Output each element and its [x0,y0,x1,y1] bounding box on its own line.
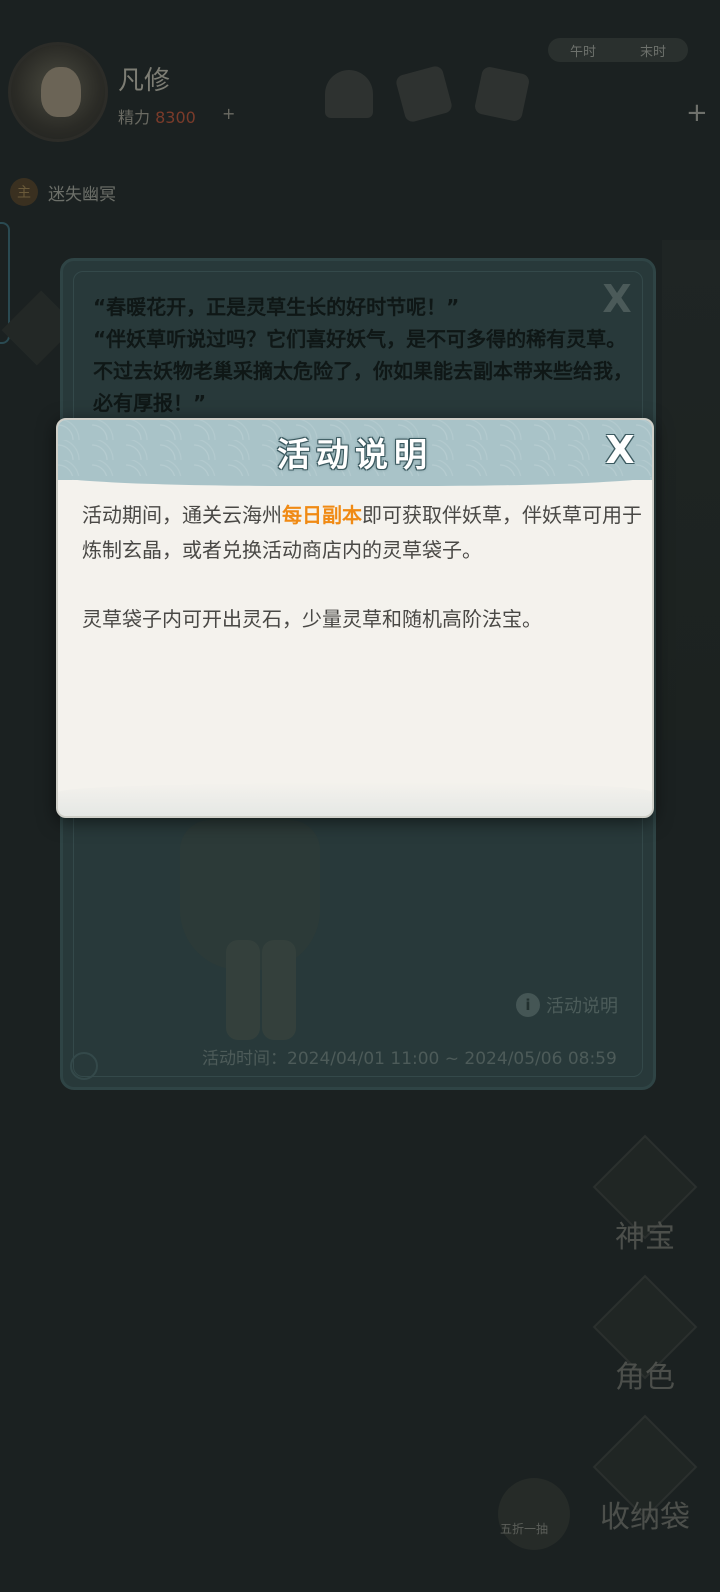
power-label: 精力 [118,108,151,127]
activity-info-label: 活动说明 [546,996,618,1017]
quote-line-1: “春暖花开，正是灵草生长的好时节呢！” [93,295,460,319]
dialog-header: 活动说明 X [58,420,652,486]
time-label-2: 末时 [639,44,666,60]
info-icon: i [516,993,540,1017]
dialog-paragraph-1: 活动期间，通关云海州每日副本即可获取伴妖草，伴妖草可用于炼制玄晶，或者兑换活动商… [82,498,642,568]
player-power: 精力 8300 [118,104,196,128]
panel-close-button[interactable]: X [597,279,637,319]
side-button-label: 收纳袋 [600,1500,690,1535]
player-avatar[interactable] [8,42,108,142]
player-name: 凡修 [118,66,171,96]
scroll-icon[interactable] [394,64,454,124]
expand-plus-button[interactable]: + [686,98,708,128]
side-button-label: 角色 [615,1360,675,1395]
side-button-bag[interactable]: 收纳袋 [590,1414,700,1550]
dialog-body: 活动期间，通关云海州每日副本即可获取伴妖草，伴妖草可用于炼制玄晶，或者兑换活动商… [82,498,642,637]
side-button-character[interactable]: 角色 [590,1274,700,1410]
side-button-label: 神宝 [615,1220,675,1255]
gacha-button[interactable] [498,1478,570,1550]
dialog-bottom-edge [58,782,652,816]
main-task-bar[interactable]: 主 迷失幽冥 [10,176,116,208]
time-label-1: 午时 [569,44,596,60]
dialog-close-button[interactable]: X [598,428,642,472]
para1-text-before: 活动期间，通关云海州 [82,503,282,527]
right-column [662,240,720,740]
avatar-face [41,67,81,117]
activity-quote: “春暖花开，正是灵草生长的好时节呢！” “伴妖草听说过吗？它们喜好妖气，是不可多… [93,291,633,419]
activity-explanation-dialog: 活动说明 X 活动期间，通关云海州每日副本即可获取伴妖草，伴妖草可用于炼制玄晶，… [56,418,654,818]
leg [226,940,260,1040]
main-task-text: 迷失幽冥 [48,184,116,205]
incense-icon[interactable] [325,70,373,118]
leg [262,940,296,1040]
activity-info-link[interactable]: i 活动说明 [516,992,618,1018]
dialog-title: 活动说明 [277,435,433,474]
letter-icon[interactable] [473,65,531,123]
character-illustration [160,820,340,1040]
main-task-badge: 主 [10,178,38,206]
side-button-treasure[interactable]: 神宝 [590,1134,700,1270]
activity-time: 活动时间：2024/04/01 11:00 ~ 2024/05/06 08:59 [202,1049,617,1069]
daily-dungeon-highlight: 每日副本 [282,503,362,527]
time-indicator: 午时 末时 [548,38,688,62]
power-plus-button[interactable]: + [222,104,235,123]
cloud-swirl-icon [70,1052,98,1080]
power-value: 8300 [155,108,196,127]
dialog-paragraph-2: 灵草袋子内可开出灵石，少量灵草和随机高阶法宝。 [82,607,542,631]
gacha-button-label: 五折一抽 [500,1522,549,1536]
quote-line-2: “伴妖草听说过吗？它们喜好妖气，是不可多得的稀有灵草。不过去妖物老巢采摘太危险了… [93,327,633,415]
